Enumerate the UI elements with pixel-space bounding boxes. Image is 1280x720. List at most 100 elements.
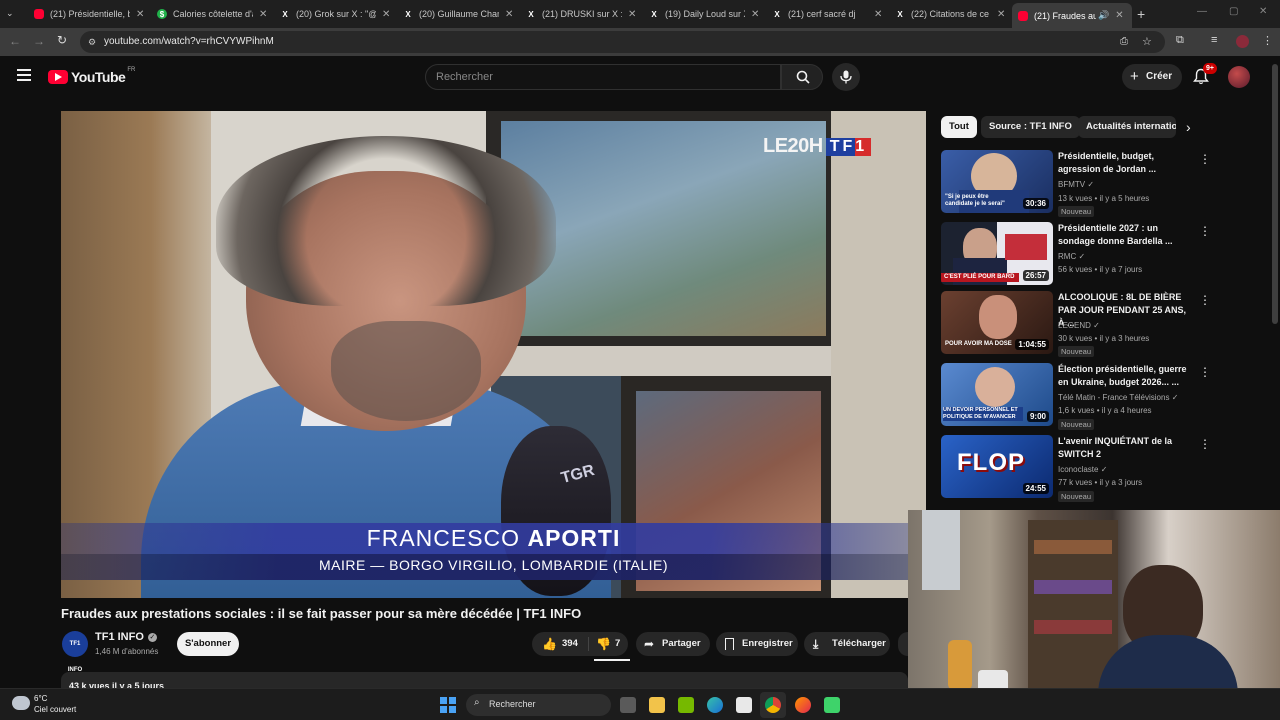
tab-title: (21) Présidentielle, bu [50, 9, 130, 19]
like-button[interactable]: 👍 394 [532, 632, 588, 656]
browser-menu-icon[interactable]: ⋮ [1262, 34, 1273, 47]
more-actions-button[interactable] [898, 632, 908, 656]
search-button[interactable] [781, 64, 823, 90]
save-button[interactable]: Enregistrer [716, 632, 798, 656]
recommendation-meta: 13 k vues • il y a 5 heures [1058, 194, 1150, 203]
weather-temp[interactable]: 6°C [34, 694, 47, 703]
green-app-icon[interactable] [824, 697, 840, 713]
tab-6[interactable]: X (19) Daily Loud sur X ✕ [649, 4, 759, 24]
minimize-icon[interactable]: — [1197, 6, 1207, 17]
weather-icon[interactable] [12, 696, 30, 710]
tab-5[interactable]: X (21) DRUSKI sur X : "I ✕ [526, 4, 636, 24]
video-thumbnail[interactable]: C'EST PLIÉ POUR BARD 26:57 [941, 222, 1053, 285]
tab-search-icon[interactable]: ⌄ [6, 8, 20, 20]
channel-name[interactable]: TF1 INFO ✓ [95, 631, 157, 643]
dislike-count: 7 [615, 638, 621, 649]
verified-icon: ✓ [147, 632, 157, 642]
tab-7[interactable]: X (21) cerf sacré dj ✕ [772, 4, 882, 24]
maximize-icon[interactable]: ▢ [1229, 6, 1238, 17]
window-close-icon[interactable]: ✕ [1259, 6, 1267, 17]
recommendation-item[interactable]: POUR AVOIR MA DOSE 1:04:55 ALCOOLIQUE : … [941, 291, 1211, 357]
thumbnail-caption: POUR AVOIR MA DOSE [945, 341, 1012, 347]
weather-desc[interactable]: Ciel couvert [34, 705, 76, 714]
extensions-icon[interactable]: ⧉ [1176, 34, 1184, 47]
profile-icon[interactable] [1236, 35, 1249, 48]
bookmark-star-icon[interactable]: ☆ [1142, 31, 1152, 53]
close-icon[interactable]: ✕ [259, 9, 267, 20]
site-info-icon[interactable]: ⚙ [88, 31, 96, 53]
recommendation-item[interactable]: UN DEVOIR PERSONNEL ET POLITIQUE DE M'AV… [941, 363, 1211, 430]
verified-icon: ✓ [1078, 252, 1086, 261]
tab-title: Calories côtelette d'a [173, 9, 253, 19]
edge-icon[interactable] [707, 697, 723, 713]
video-thumbnail[interactable]: "Si je peux être candidate je le serai" … [941, 150, 1053, 213]
recommendation-item[interactable]: "Si je peux être candidate je le serai" … [941, 150, 1211, 217]
tab-4[interactable]: X (20) Guillaume Cham ✕ [403, 4, 513, 24]
file-explorer-icon[interactable] [649, 697, 665, 713]
install-app-icon[interactable]: ⎙ [1120, 31, 1128, 53]
tab-title: (21) DRUSKI sur X : "I [542, 9, 622, 19]
more-options-icon[interactable]: ⋮ [1199, 152, 1211, 166]
green-leaf-icon: $ [157, 9, 167, 19]
close-icon[interactable]: ✕ [1115, 10, 1123, 21]
x-icon: X [405, 9, 411, 19]
tab-1[interactable]: (21) Présidentielle, bu ✕ [34, 4, 144, 24]
more-options-icon[interactable]: ⋮ [1199, 437, 1211, 451]
page-scrollbar[interactable] [1272, 64, 1278, 324]
chevron-right-icon[interactable]: › [1186, 119, 1191, 135]
share-button[interactable]: ➦ Partager [636, 632, 710, 656]
chrome-icon[interactable] [765, 697, 781, 713]
firefox-icon[interactable] [795, 697, 811, 713]
microphone-icon [840, 70, 852, 84]
taskbar-search[interactable]: ⌕ Rechercher [466, 694, 611, 716]
youtube-logo[interactable]: YouTube FR [48, 67, 135, 85]
close-icon[interactable]: ✕ [874, 9, 882, 20]
download-button[interactable]: ⤓ Télécharger [804, 632, 890, 656]
media-icon[interactable]: ≡ [1211, 34, 1217, 46]
subscribe-button[interactable]: S'abonner [177, 632, 239, 656]
hamburger-menu-icon[interactable] [17, 69, 31, 81]
forward-icon[interactable]: → [33, 34, 45, 48]
new-tab-icon[interactable]: + [1137, 6, 1145, 22]
back-icon[interactable]: ← [9, 34, 21, 48]
nvidia-icon[interactable] [678, 697, 694, 713]
tab-2[interactable]: $ Calories côtelette d'a ✕ [157, 4, 267, 24]
tab-8[interactable]: X (22) Citations de ce p ✕ [895, 4, 1005, 24]
store-icon[interactable] [736, 697, 752, 713]
close-icon[interactable]: ✕ [505, 9, 513, 20]
start-button[interactable] [440, 697, 456, 713]
tab-3[interactable]: X (20) Grok sur X : "@re ✕ [280, 4, 390, 24]
task-view-icon[interactable] [620, 697, 636, 713]
channel-avatar[interactable]: TF1 INFO [62, 631, 88, 673]
video-thumbnail[interactable]: FLOP 24:55 [941, 435, 1053, 498]
download-label: Télécharger [832, 638, 886, 649]
close-icon[interactable]: ✕ [628, 9, 636, 20]
more-options-icon[interactable]: ⋮ [1199, 293, 1211, 307]
chip-international-news[interactable]: Actualités internatio [1078, 116, 1176, 138]
video-thumbnail[interactable]: POUR AVOIR MA DOSE 1:04:55 [941, 291, 1053, 354]
close-icon[interactable]: ✕ [382, 9, 390, 20]
reload-icon[interactable]: ↻ [57, 33, 67, 47]
url-field[interactable]: ⚙ youtube.com/watch?v=rhCVYWPihnM ⎙ ☆ [80, 31, 1165, 53]
recommendation-channel: Télé Matin - France Télévisions ✓ [1058, 393, 1178, 402]
recommendation-item[interactable]: FLOP 24:55 L'avenir INQUIÉTANT de la SWI… [941, 435, 1211, 502]
create-button[interactable]: + Créer [1122, 64, 1182, 90]
thumbnail-caption: FLOP [957, 449, 1025, 476]
dislike-button[interactable]: 👎 7 [589, 632, 628, 656]
voice-search-button[interactable] [832, 63, 860, 91]
more-options-icon[interactable]: ⋮ [1199, 365, 1211, 379]
video-thumbnail[interactable]: UN DEVOIR PERSONNEL ET POLITIQUE DE M'AV… [941, 363, 1053, 426]
chip-all[interactable]: Tout [941, 116, 977, 138]
notifications-button[interactable]: 9+ [1193, 63, 1217, 86]
recommendation-item[interactable]: C'EST PLIÉ POUR BARD 26:57 Présidentiell… [941, 222, 1211, 288]
chip-source[interactable]: Source : TF1 INFO [981, 116, 1080, 138]
account-avatar[interactable] [1228, 66, 1250, 88]
video-player[interactable]: TGR LE20H TF1 FRANCESCO APORTI MAIRE — B… [61, 111, 926, 598]
close-icon[interactable]: ✕ [997, 9, 1005, 20]
search-input[interactable]: Rechercher [425, 64, 781, 90]
more-options-icon[interactable]: ⋮ [1199, 224, 1211, 238]
close-icon[interactable]: ✕ [136, 9, 144, 20]
close-icon[interactable]: ✕ [751, 9, 759, 20]
speaker-icon[interactable]: 🔊 [1098, 10, 1109, 21]
tab-active[interactable]: (21) Fraudes aux 🔊 ✕ [1012, 3, 1132, 28]
